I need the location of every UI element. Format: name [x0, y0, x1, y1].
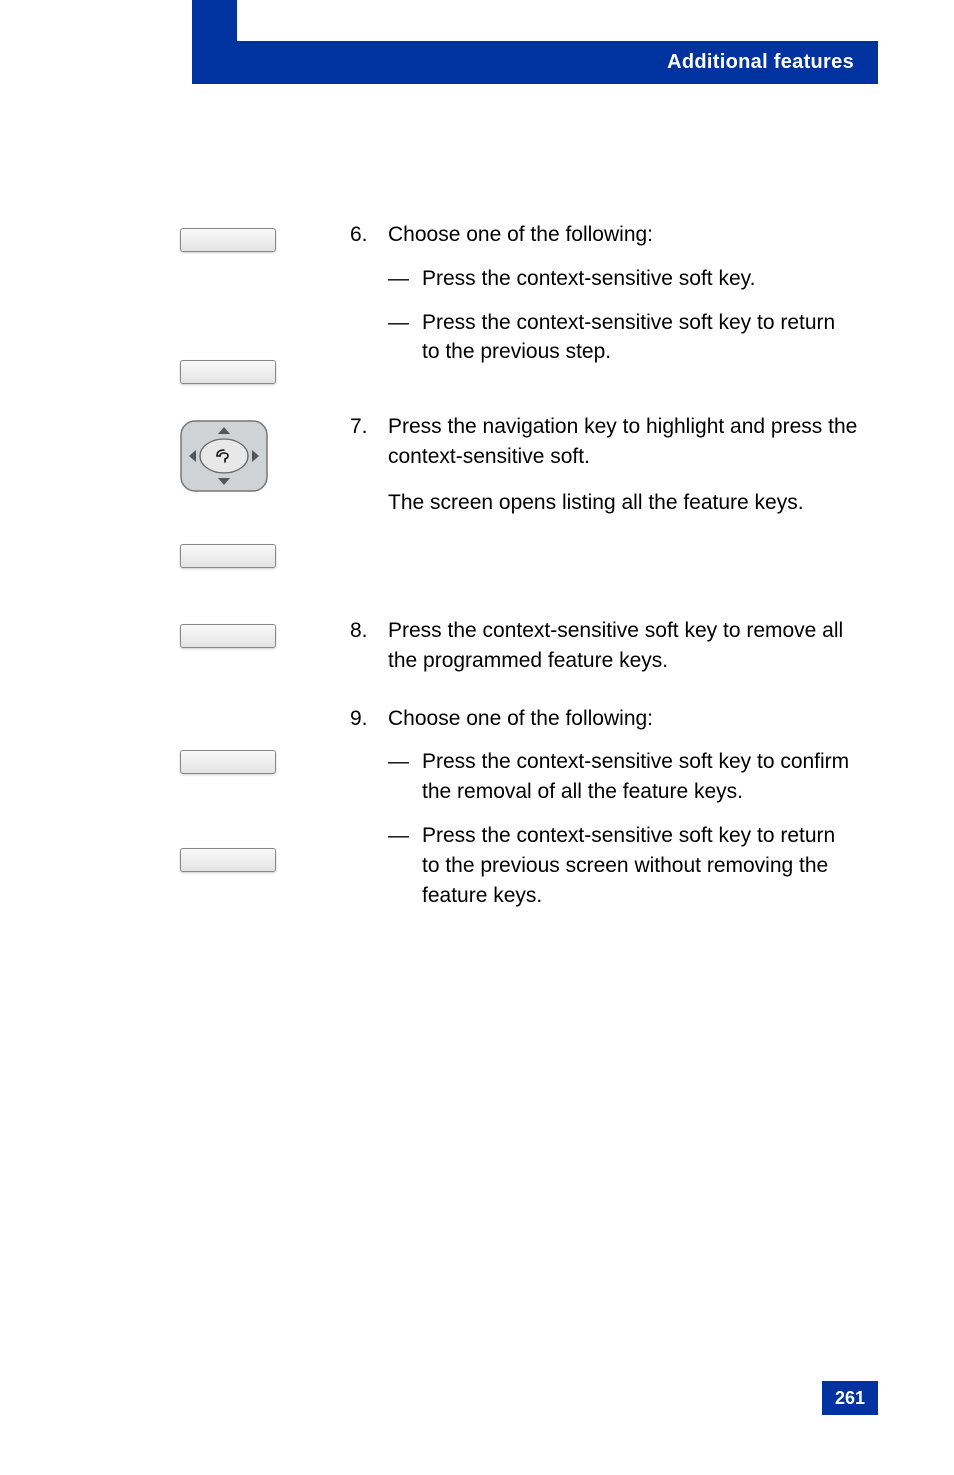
text: context-sensitive soft. [388, 445, 590, 468]
list-item: — Press the context-sensitive soft key t… [388, 747, 858, 807]
softkey-icon [180, 624, 276, 648]
step-9-lead: Choose one of the following: [388, 707, 653, 730]
page: Additional features 6. Choose one of the… [0, 0, 954, 1475]
text: Press the [422, 824, 517, 847]
step-6-text: 6. Choose one of the following: — Press … [350, 220, 864, 381]
step-7-icons [180, 412, 350, 568]
text: Press the [422, 311, 517, 334]
dash-icon: — [388, 821, 422, 910]
step-7-row: 7. Press the navigation key to highlight… [180, 412, 864, 568]
dash-icon: — [388, 308, 422, 368]
header-tab [192, 0, 237, 84]
step-6-list: — Press the context-sensitive soft key. … [388, 264, 858, 367]
step-8-icons [180, 616, 350, 648]
step-6-icons [180, 220, 350, 384]
header-bar: Additional features [237, 41, 878, 84]
step-8-row: 8. Press the context-sensitive soft key … [180, 616, 864, 676]
softkey-icon [180, 848, 276, 872]
text: Press the [388, 619, 483, 642]
dash-icon: — [388, 264, 422, 294]
list-item: — Press the context-sensitive soft key. [388, 264, 858, 294]
text: and press the [730, 415, 857, 438]
softkey-icon [180, 750, 276, 774]
step-6-row: 6. Choose one of the following: — Press … [180, 220, 864, 384]
list-item: — Press the context-sensitive soft key t… [388, 821, 858, 910]
text: navigation key to highlight [483, 415, 731, 438]
step-8-text: 8. Press the context-sensitive soft key … [350, 616, 864, 676]
content: 6. Choose one of the following: — Press … [180, 220, 864, 953]
dash-icon: — [388, 747, 422, 807]
text: Press the [422, 750, 517, 773]
step-9-text: 9. Choose one of the following: — Press … [350, 704, 864, 925]
step-6-lead: Choose one of the following: [388, 223, 653, 246]
step-number: 7. [350, 412, 388, 442]
softkey-icon [180, 544, 276, 568]
list-item: — Press the context-sensitive soft key t… [388, 308, 858, 368]
step-9-list: — Press the context-sensitive soft key t… [388, 747, 858, 910]
text: context-sensitive soft key. [517, 267, 756, 290]
step-number: 9. [350, 704, 388, 734]
text: Press the [388, 415, 483, 438]
header-title: Additional features [667, 51, 854, 74]
page-number-box: 261 [822, 1381, 878, 1415]
step-9-icons [180, 704, 350, 872]
step-7-text: 7. Press the navigation key to highlight… [350, 412, 864, 517]
softkey-icon [180, 360, 276, 384]
step-number: 6. [350, 220, 388, 250]
page-number: 261 [835, 1388, 865, 1409]
text: Press the [422, 267, 517, 290]
step-number: 8. [350, 616, 388, 646]
text: The [388, 491, 430, 514]
step-9-row: 9. Choose one of the following: — Press … [180, 704, 864, 925]
text: screen opens listing all the feature key… [430, 491, 804, 514]
softkey-icon [180, 228, 276, 252]
navigation-key-icon [180, 420, 268, 492]
